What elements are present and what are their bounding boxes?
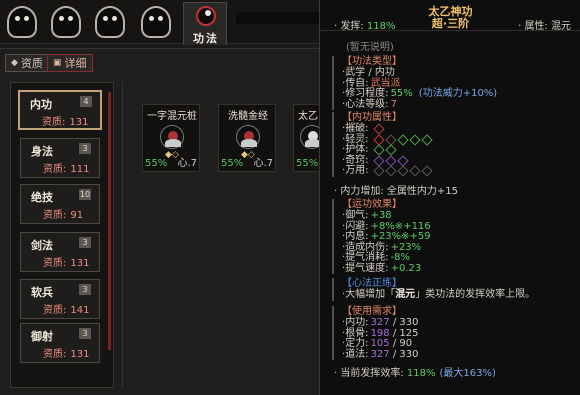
technique-title: 洗髓金经	[228, 111, 268, 122]
attribute-name: 御射	[31, 330, 53, 343]
neigong-row: · 护体:	[342, 144, 572, 156]
scroll-icon: ▣	[53, 58, 62, 68]
neigong-row: · 轻灵:	[342, 133, 572, 146]
technique-card[interactable]: 太乙 55%	[293, 104, 324, 172]
effect-row: · 御气: +38	[342, 210, 392, 221]
section-header: 【使用需求】	[342, 306, 402, 317]
neigong-row: · 万用:	[342, 165, 572, 177]
character-slot-3[interactable]	[88, 3, 132, 41]
attribute-name: 软兵	[31, 286, 53, 299]
technique-progress: 55%	[221, 158, 244, 169]
technique-title: 一字混元桩	[147, 111, 197, 122]
tab-gongfa[interactable]: 功法	[183, 2, 227, 45]
character-portrait-icon	[7, 6, 37, 38]
type-row: · 修习程度: 55% (功法威力+10%)	[342, 88, 498, 99]
technique-title: 太乙	[298, 111, 318, 122]
character-portrait-icon	[51, 6, 81, 38]
technique-card[interactable]: 一字混元桩 ◆◇ 55% 心.7	[142, 104, 200, 172]
section-header: 【运功效果】	[342, 199, 402, 210]
attribute-item-jianfa[interactable]: 剑法 3 资质: 131	[20, 232, 100, 272]
technique-xin-level: 心.7	[253, 158, 273, 169]
subtab-zizhi[interactable]: ◆ 资质	[5, 54, 49, 72]
subtab-xiangxi-label: 详细	[64, 57, 87, 70]
subtab-xiangxi[interactable]: ▣ 详细	[47, 54, 93, 72]
attribute-aptitude: 资质: 131	[43, 349, 90, 360]
attribute-aptitude: 资质: 111	[43, 164, 90, 175]
diamond-meter-icon	[372, 133, 433, 146]
technique-emblem-icon	[236, 125, 260, 149]
subtab-zizhi-label: 资质	[20, 57, 43, 70]
requirement-row: · 内功: 327 / 330	[342, 317, 419, 328]
technique-card[interactable]: 洗髓金经 ◆◇ 55% 心.7	[218, 104, 276, 172]
scrollbar[interactable]	[108, 92, 111, 350]
section-yungong: 【运功效果】 · 御气: +38 · 闪避: +8%※+116 · 内息: +23%※…	[332, 199, 572, 274]
section-header: 【功法类型】	[342, 56, 402, 67]
attribute-item-ruanbing[interactable]: 软兵 3 资质: 141	[20, 279, 100, 319]
attribute-item-jueji[interactable]: 绝技 10 资质: 91	[20, 184, 100, 224]
xinfa-text: · 大幅增加「 混元 」类功法的发挥效率上限。	[342, 289, 536, 300]
neigong-row: · 奇窍:	[342, 154, 572, 167]
neigong-row: · 摧破:	[342, 123, 572, 135]
attribute-item-shenfa[interactable]: 身法 3 资质: 111	[20, 138, 100, 178]
diamond-meter-icon	[372, 165, 433, 177]
attribute-item-neigong[interactable]: 内功 4 资质: 131	[18, 90, 102, 130]
attribute-level-badge: 4	[80, 96, 92, 107]
requirement-row: · 定力: 105 / 90	[342, 338, 413, 349]
attribute-level-badge: 3	[79, 143, 91, 154]
attribute-name: 剑法	[31, 239, 53, 252]
attribute-aptitude: 资质: 131	[42, 117, 89, 128]
attribute-name: 绝技	[31, 191, 53, 204]
yin-yang-icon	[196, 6, 216, 26]
effect-row: · 内息: +23%※+59	[342, 231, 431, 242]
character-portrait-icon	[141, 6, 171, 38]
attribute-name: 身法	[31, 145, 53, 158]
diamond-icon: ◆	[11, 58, 18, 68]
type-row: · 武学 / 内功	[342, 67, 395, 78]
effect-row: · 提气速度: +0.23	[342, 262, 422, 274]
attribute-level-badge: 3	[79, 328, 91, 339]
attribute-level-badge: 3	[79, 237, 91, 248]
attribute-name: 内功	[30, 98, 52, 111]
character-slot-1[interactable]	[0, 3, 44, 41]
section-type: 【功法类型】 · 武学 / 内功 · 传自: 武当派 · 修习程度: 55% (功法威…	[332, 56, 572, 110]
tab-gongfa-label: 功法	[193, 32, 219, 45]
tooltip-description: (暂无说明)	[346, 42, 394, 53]
technique-emblem-icon	[160, 125, 184, 149]
neili-increase: · 内力增加: 全属性内力+15	[334, 186, 459, 197]
section-neigong: 【内功属性】 · 摧破: · 轻灵: · 护体: · 奇窍: · 万用:	[332, 112, 572, 177]
technique-tooltip: 太乙神功 超·三阶 · 发挥: 118% · 属性: 混元 (暂无说明) 【功法…	[319, 0, 580, 395]
attribute-level-badge: 10	[79, 189, 91, 200]
character-portrait-icon	[95, 6, 125, 38]
decorative-strip	[236, 12, 320, 24]
attribute-aptitude: 资质: 141	[43, 305, 90, 316]
character-slot-2[interactable]	[44, 3, 88, 41]
tooltip-fahui: · 发挥: 118%	[334, 21, 396, 32]
attribute-aptitude: 资质: 91	[43, 210, 84, 221]
section-header: 【内功属性】	[342, 112, 402, 123]
type-row: · 心法等级: 7	[342, 98, 397, 110]
section-header: 【心法正练】	[342, 278, 402, 289]
section-requirements: 【使用需求】 · 内功: 327 / 330 · 根骨: 198 / 125 · 定…	[332, 306, 572, 360]
character-slot-4[interactable]	[134, 3, 178, 41]
attribute-level-badge: 3	[79, 284, 91, 295]
attribute-item-yushe[interactable]: 御射 3 资质: 131	[20, 323, 100, 363]
technique-progress: 55%	[145, 158, 168, 169]
effect-row: · 提气消耗: -8%	[342, 252, 411, 263]
efficiency: · 当前发挥效率: 118% (最大163%)	[334, 368, 496, 379]
technique-progress: 55%	[296, 158, 319, 169]
requirement-row: · 道法: 327 / 330	[342, 348, 419, 360]
technique-xin-level: 心.7	[177, 158, 197, 169]
tooltip-header: 太乙神功 超·三阶 · 发挥: 118% · 属性: 混元	[320, 0, 580, 32]
section-xinfa: 【心法正练】 · 大幅增加「 混元 」类功法的发挥效率上限。	[332, 278, 572, 301]
attribute-aptitude: 资质: 131	[43, 258, 90, 269]
tooltip-attribute: · 属性: 混元	[518, 21, 571, 32]
diamond-meter-icon	[372, 144, 397, 156]
